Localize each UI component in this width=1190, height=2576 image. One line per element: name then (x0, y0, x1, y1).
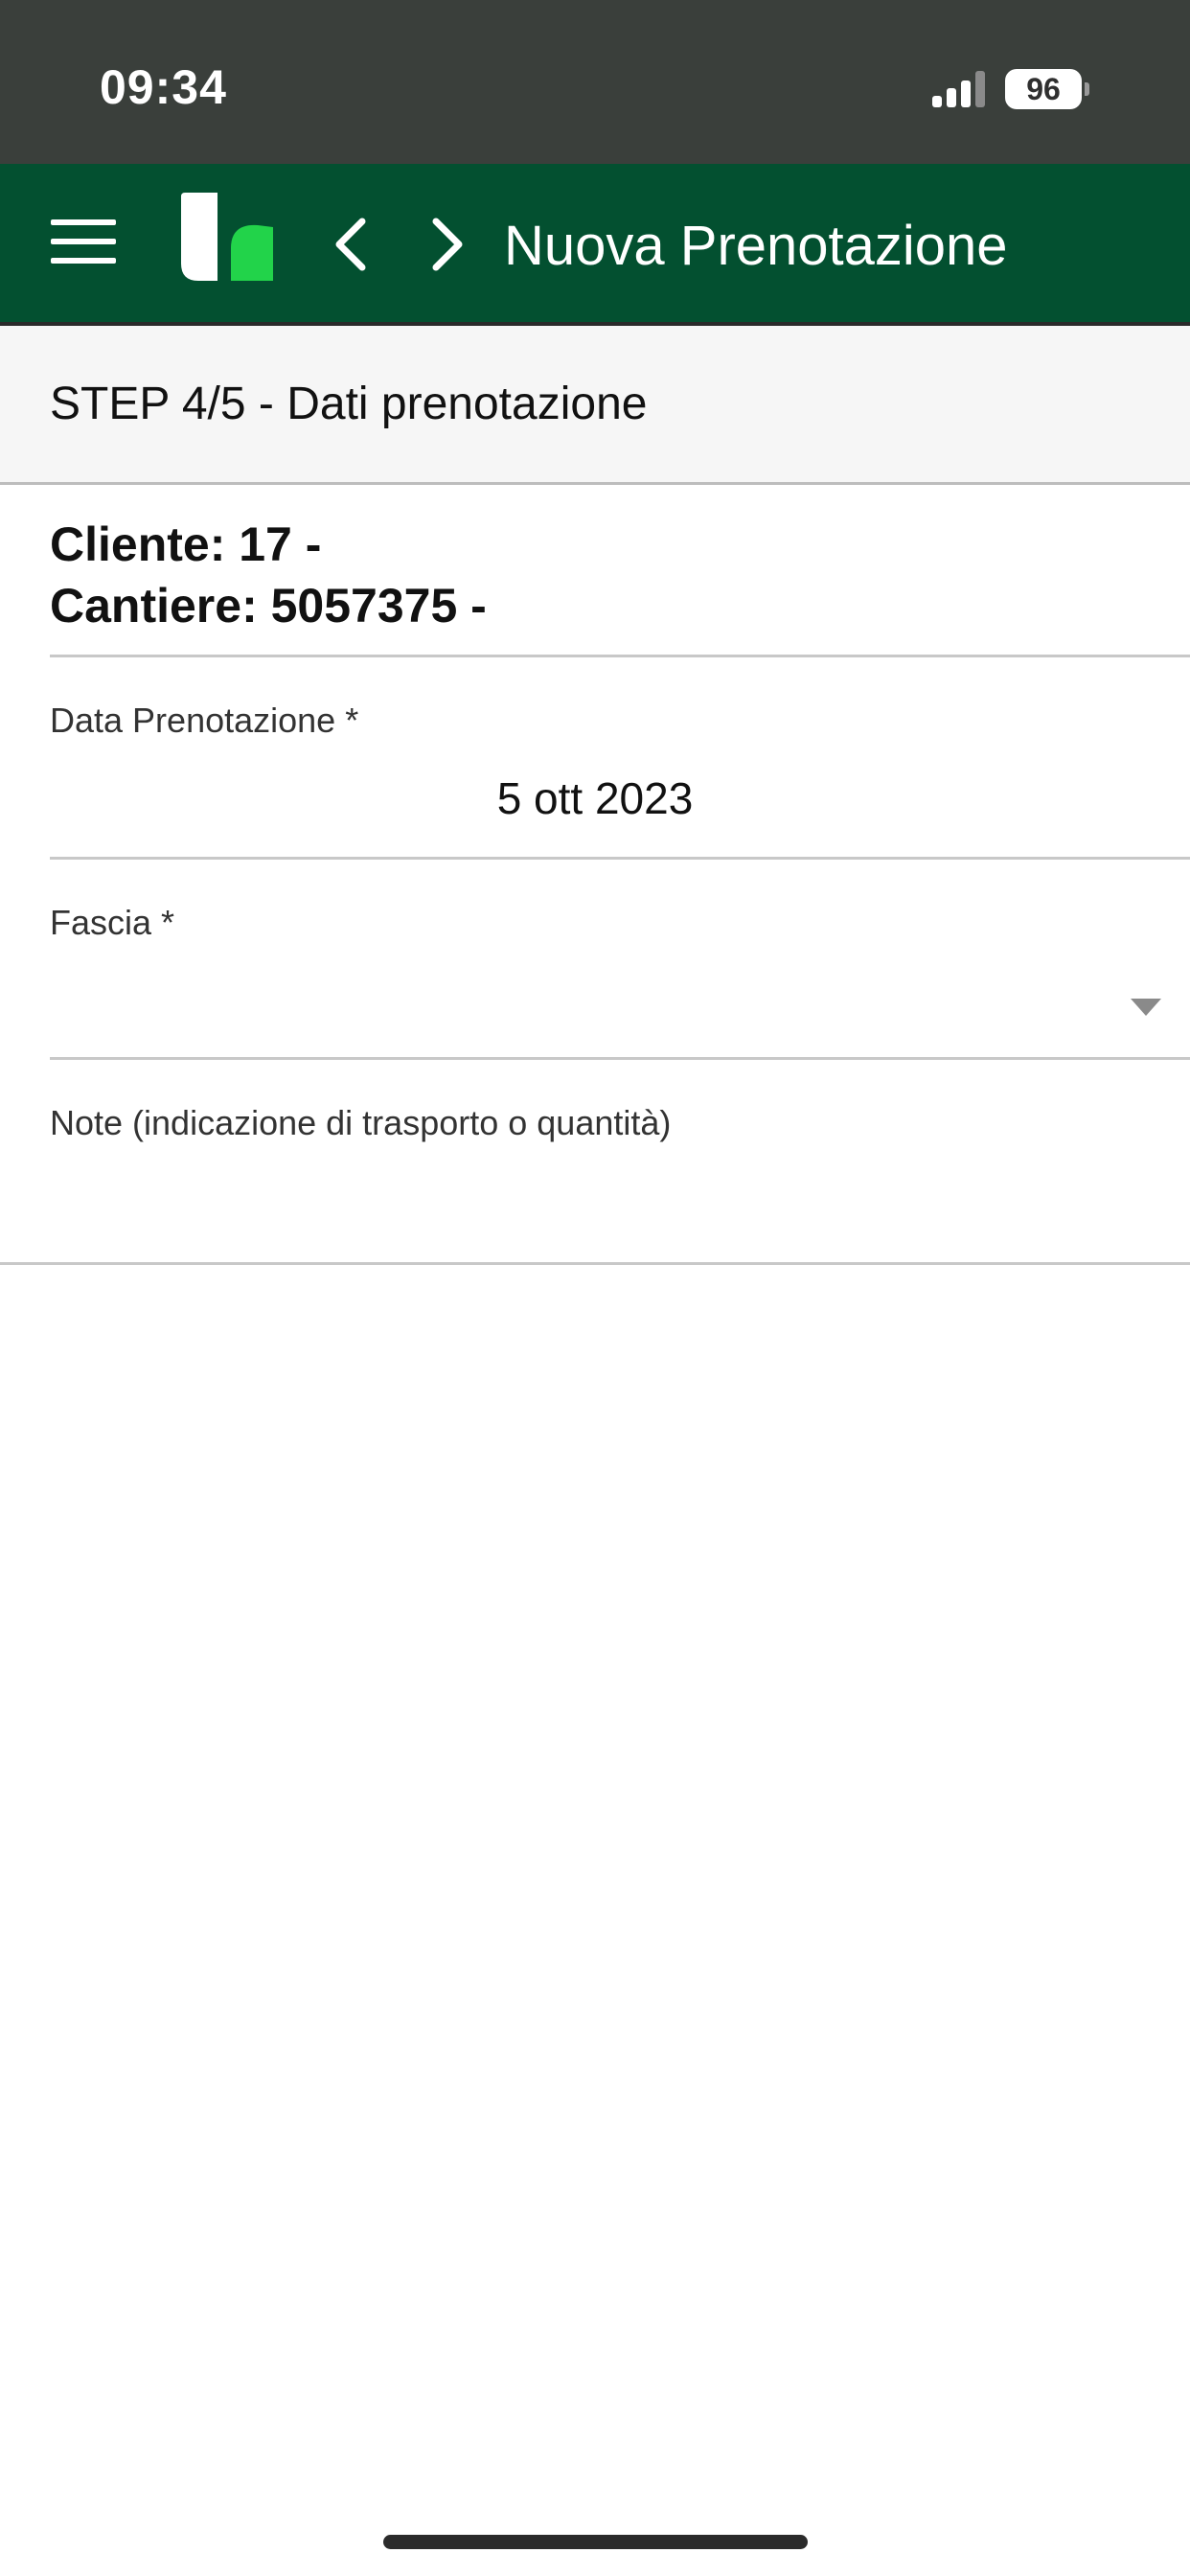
menu-icon[interactable] (51, 219, 116, 264)
divider (50, 655, 1190, 657)
logo-icon (181, 193, 273, 281)
signal-icon (932, 71, 988, 107)
battery-icon: 96 (1005, 69, 1089, 109)
page-title: Nuova Prenotazione (504, 215, 1008, 277)
divider (0, 1262, 1190, 1265)
divider (50, 857, 1190, 860)
step-bar: STEP 4/5 - Dati prenotazione (0, 326, 1190, 485)
chevron-right-icon[interactable] (426, 216, 469, 273)
date-field-label: Data Prenotazione * (50, 701, 359, 740)
cliente-label: Cliente: 17 - (50, 518, 322, 571)
dropdown-arrow-icon (1131, 999, 1161, 1016)
app-screen: 09:34 96 Nuova Prenotazione STEP 4/5 - D… (0, 0, 1190, 2576)
app-header: Nuova Prenotazione (0, 164, 1190, 326)
status-time: 09:34 (100, 60, 227, 114)
note-field-label: Note (indicazione di trasporto o quantit… (50, 1103, 672, 1142)
fascia-select[interactable] (50, 949, 1161, 1045)
home-indicator[interactable] (383, 2535, 808, 2549)
date-field[interactable]: 5 ott 2023 (0, 772, 1190, 824)
chevron-left-icon[interactable] (330, 216, 372, 273)
battery-level: 96 (1026, 71, 1061, 106)
client-info: Cliente: 17 - Cantiere: 5057375 - (50, 514, 1161, 636)
divider (50, 1057, 1190, 1060)
step-title: STEP 4/5 - Dati prenotazione (50, 379, 648, 429)
status-bar: 09:34 96 (0, 0, 1190, 164)
cantiere-label: Cantiere: 5057375 - (50, 579, 487, 632)
note-input[interactable] (50, 1150, 1161, 1246)
fascia-field-label: Fascia * (50, 903, 175, 942)
